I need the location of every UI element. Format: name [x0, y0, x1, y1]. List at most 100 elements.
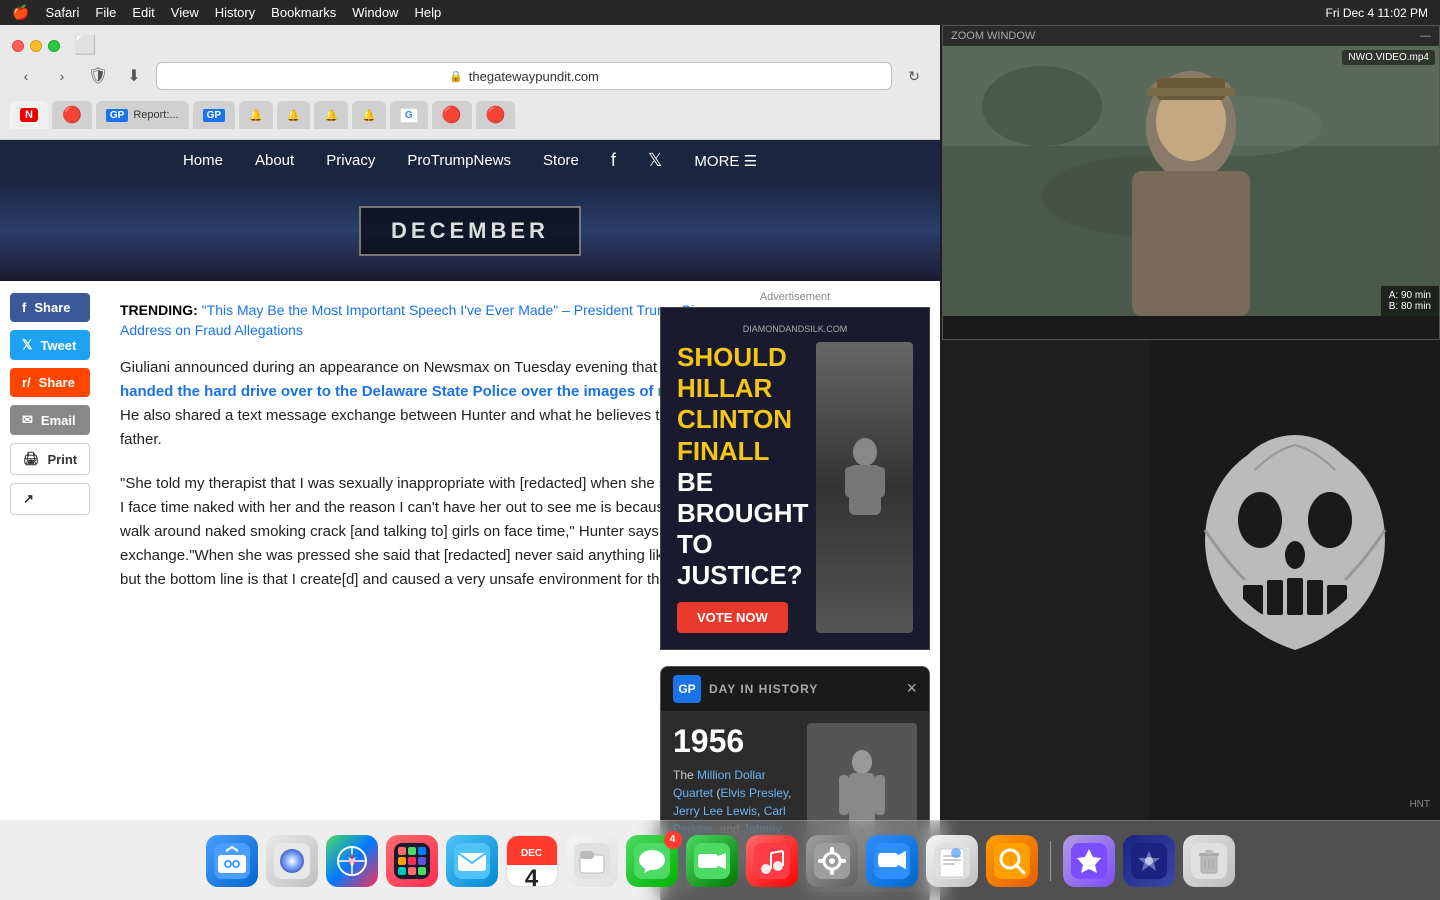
dock-item-messages[interactable]: 4 [626, 835, 678, 887]
print-icon: 🖨 [23, 451, 40, 467]
nav-twitter-icon[interactable]: 𝕏 [648, 150, 663, 171]
dock-item-reeder[interactable] [1063, 835, 1115, 887]
main-article: TRENDING: "This May Be the Most Importan… [100, 281, 740, 612]
nav-facebook-icon[interactable]: f [611, 150, 616, 171]
article-paragraph-1: Giuliani announced during an appearance … [120, 356, 720, 452]
tab-bell1[interactable]: 🔔 [239, 101, 273, 129]
apple-menu[interactable]: 🍎 [12, 4, 29, 21]
menu-window[interactable]: Window [352, 5, 398, 20]
share-reddit-button[interactable]: r/ Share [10, 368, 90, 397]
safari-icon [334, 843, 370, 879]
browser-toolbar: ‹ › 🛡 ⬇ 🔒 thegatewaypundit.com ↻ [0, 56, 940, 96]
dock-item-calendar[interactable]: DEC 4 [506, 835, 558, 887]
forward-button[interactable]: › [48, 62, 76, 90]
calendar-day: 4 [525, 865, 538, 887]
menu-bookmarks[interactable]: Bookmarks [271, 5, 336, 20]
tab-yt2[interactable]: 🔴 [432, 101, 472, 129]
banner-text: DECEMBER [359, 206, 581, 256]
ad-headline: SHOULD HILLAR CLINTON FINALL BE BROUGHT … [677, 342, 808, 592]
share-print-label: Print [48, 452, 78, 467]
dock-item-zoom[interactable] [866, 835, 918, 887]
tab-icon-google: G [400, 108, 418, 123]
downloads-icon[interactable]: ⬇ [120, 62, 148, 90]
maximize-button[interactable] [48, 40, 60, 52]
menu-help[interactable]: Help [414, 5, 441, 20]
menu-safari[interactable]: Safari [45, 5, 79, 20]
menu-edit[interactable]: Edit [132, 5, 154, 20]
ad-image [816, 342, 913, 633]
tab-bell4[interactable]: 🔔 [352, 101, 386, 129]
skull-artwork [1175, 430, 1415, 730]
trending-bar: TRENDING: "This May Be the Most Importan… [120, 301, 720, 340]
vote-now-button[interactable]: VOTE NOW [677, 602, 788, 633]
tab-gp-report[interactable]: GP Report:... [96, 101, 189, 129]
zoom-window: ZOOM WINDOW — A: 90 mi [942, 25, 1440, 340]
refresh-button[interactable]: ↻ [900, 62, 928, 90]
nav-more[interactable]: MORE ☰ [694, 152, 757, 170]
tab-n[interactable]: N [10, 101, 48, 129]
share-reddit-label: Share [39, 375, 75, 390]
address-bar[interactable]: 🔒 thegatewaypundit.com [156, 62, 892, 90]
dock-item-system-prefs[interactable] [806, 835, 858, 887]
tab-yt1[interactable]: 🔴 [52, 101, 92, 129]
dock-divider [1050, 841, 1051, 881]
dock-item-preview[interactable] [926, 835, 978, 887]
menu-file[interactable]: File [95, 5, 116, 20]
ad-headline-1: SHOULD HILLAR [677, 342, 787, 403]
trending-label: TRENDING: [120, 302, 198, 318]
back-button[interactable]: ‹ [12, 62, 40, 90]
facetime-icon [694, 843, 730, 879]
close-button[interactable] [12, 40, 24, 52]
share-generic-button[interactable]: ↗ [10, 483, 90, 515]
share-print-button[interactable]: 🖨 Print [10, 443, 90, 475]
dock-item-finder[interactable] [206, 835, 258, 887]
calendar-month: DEC [507, 835, 557, 865]
menu-view[interactable]: View [171, 5, 199, 20]
dock-item-launchpad[interactable] [386, 835, 438, 887]
dock-item-files[interactable] [566, 835, 618, 887]
history-link-elvis[interactable]: Elvis Presley [720, 786, 788, 800]
tab-bell3[interactable]: 🔔 [314, 101, 348, 129]
tab-gp2[interactable]: GP [193, 101, 235, 129]
nav-store[interactable]: Store [543, 152, 579, 169]
nav-privacy[interactable]: Privacy [326, 152, 375, 169]
dock-item-safari[interactable] [326, 835, 378, 887]
history-logo: GP [673, 675, 701, 703]
nav-about[interactable]: About [255, 152, 294, 169]
dock-item-mail[interactable] [446, 835, 498, 887]
dock-item-music[interactable] [746, 835, 798, 887]
dock-item-siri[interactable] [266, 835, 318, 887]
trending-link[interactable]: "This May Be the Most Important Speech I… [120, 302, 716, 338]
article-text-bold[interactable]: handed the hard drive over to the Delawa… [120, 383, 708, 400]
reeder-icon [1071, 843, 1107, 879]
share-facebook-button[interactable]: f Share [10, 293, 90, 322]
article-text-1a: Giuliani announced during an appearance … [120, 359, 707, 376]
tab-google[interactable]: G [390, 101, 428, 129]
tabs-bar: N 🔴 GP Report:... GP 🔔 🔔 🔔 🔔 [0, 96, 940, 130]
dock-item-trash[interactable] [1183, 835, 1235, 887]
menu-history[interactable]: History [215, 5, 255, 20]
nav-home[interactable]: Home [183, 152, 223, 169]
share-email-button[interactable]: ✉ Email [10, 405, 90, 435]
sidebar-toggle[interactable]: ⬜ [74, 35, 96, 56]
hillary-silhouette [835, 437, 895, 537]
share-twitter-label: Tweet [40, 338, 76, 353]
share-twitter-button[interactable]: 𝕏 Tweet [10, 330, 90, 360]
zoom-control-b: B: 80 min [1389, 301, 1431, 312]
tab-bell2[interactable]: 🔔 [277, 101, 311, 129]
dock-item-facetime[interactable] [686, 835, 738, 887]
history-close-button[interactable]: × [906, 678, 917, 699]
minimize-button[interactable] [30, 40, 42, 52]
history-link-jerry[interactable]: Jerry Lee Lewis [673, 804, 757, 818]
dock-item-proxyman[interactable] [986, 835, 1038, 887]
tab-icon-bell1: 🔔 [249, 109, 263, 122]
zoom-minimize-button[interactable]: — [1420, 30, 1431, 42]
tab-yt3[interactable]: 🔴 [476, 101, 516, 129]
facebook-icon: f [22, 300, 26, 315]
menubar: 🍎 Safari File Edit View History Bookmark… [0, 0, 1440, 25]
dock-item-notchmeister[interactable] [1123, 835, 1175, 887]
shield-icon[interactable]: 🛡 [84, 62, 112, 90]
launchpad-icon [394, 843, 430, 879]
tab-icon-gp: GP [106, 109, 128, 122]
nav-protrump[interactable]: ProTrumpNews [407, 152, 511, 169]
